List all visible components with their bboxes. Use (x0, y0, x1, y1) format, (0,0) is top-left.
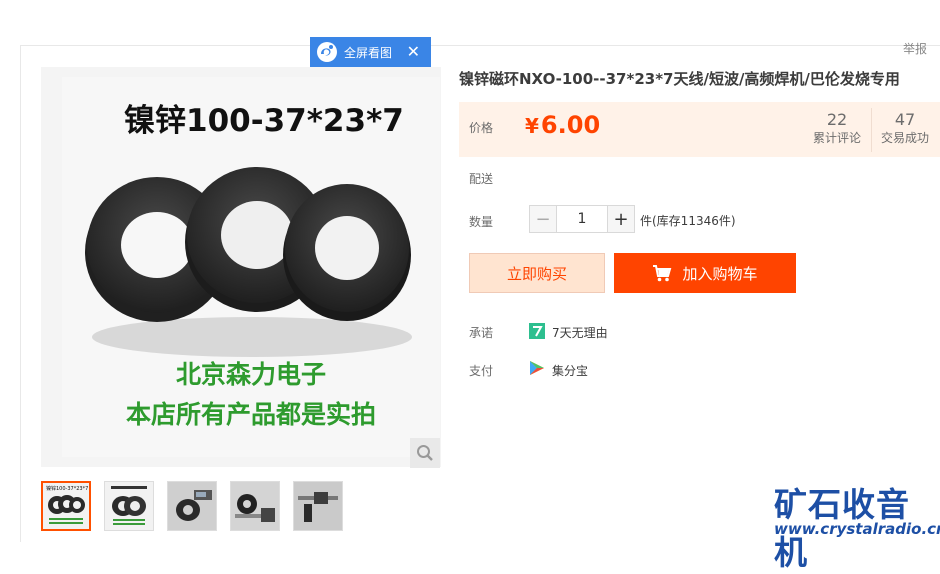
rings-thumbnail-image (48, 495, 85, 524)
seven-day-return-icon (529, 323, 545, 339)
price: ¥6.00 (525, 111, 600, 139)
currency-symbol: ¥ (525, 114, 539, 138)
close-icon[interactable]: ✕ (407, 44, 420, 60)
cart-icon (653, 265, 672, 282)
caliper-thumbnail-image (294, 482, 342, 530)
quantity-label: 数量 (469, 215, 494, 229)
thumbnail-4[interactable] (230, 481, 280, 531)
jifenbao-icon (530, 361, 544, 375)
quantity-stepper: − 1 + (529, 205, 635, 233)
stock-text: 件(库存11346件) (640, 214, 736, 228)
photo-caption-real: 本店所有产品都是实拍 (125, 400, 376, 429)
thumbnail-3[interactable] (167, 481, 217, 531)
add-to-cart-button[interactable]: 加入购物车 (614, 253, 796, 293)
buy-now-button[interactable]: 立即购买 (469, 253, 605, 293)
payment-text[interactable]: 集分宝 (552, 362, 588, 379)
deals-label: 交易成功 (880, 131, 929, 145)
watermark-url: www.crystalradio.cn (774, 520, 940, 538)
shipping-label: 配送 (469, 172, 494, 186)
decrease-quantity-button[interactable]: − (530, 206, 556, 232)
caliper-thumbnail-image (168, 482, 216, 530)
caliper-thumbnail-image (231, 482, 279, 530)
deals-count: 47 (894, 110, 916, 129)
reviews-stat[interactable]: 22 累计评论 (808, 110, 866, 146)
magnifier-icon (417, 445, 433, 461)
price-value: 6.00 (540, 111, 601, 139)
fullscreen-view-button[interactable]: 全屏看图 ✕ (310, 37, 431, 67)
add-to-cart-label: 加入购物车 (682, 264, 758, 283)
quantity-input[interactable]: 1 (556, 206, 608, 232)
payment-label: 支付 (469, 364, 494, 378)
uc-browser-icon (317, 42, 337, 62)
thumbnail-1[interactable]: 镍锌100-37*23*7 (41, 481, 91, 531)
price-label: 价格 (469, 121, 494, 135)
promise-text[interactable]: 7天无理由 (552, 324, 608, 341)
stat-divider (871, 108, 872, 152)
promise-label: 承诺 (469, 326, 494, 340)
thumbnail-5[interactable] (293, 481, 343, 531)
deals-stat: 47 交易成功 (876, 110, 934, 146)
zoom-button[interactable] (410, 438, 440, 468)
photo-caption-store: 北京森力电子 (175, 360, 326, 389)
reviews-count: 22 (826, 110, 848, 129)
increase-quantity-button[interactable]: + (608, 206, 634, 232)
ring-thumbnail-image (111, 486, 147, 525)
product-photo[interactable]: 镍锌100-37*23*7 北京森力电子 本店所有产品都是实拍 (62, 77, 440, 457)
product-title: 镍锌磁环NXO-100--37*23*7天线/短波/高频焊机/巴伦发烧专用 (459, 70, 900, 88)
reviews-label: 累计评论 (812, 131, 861, 145)
report-link[interactable]: 举报 (903, 40, 927, 57)
thumbnail-strip: 镍锌100-37*23*7 (41, 481, 356, 531)
thumbnail-2[interactable] (104, 481, 154, 531)
fullscreen-label: 全屏看图 (344, 45, 393, 60)
